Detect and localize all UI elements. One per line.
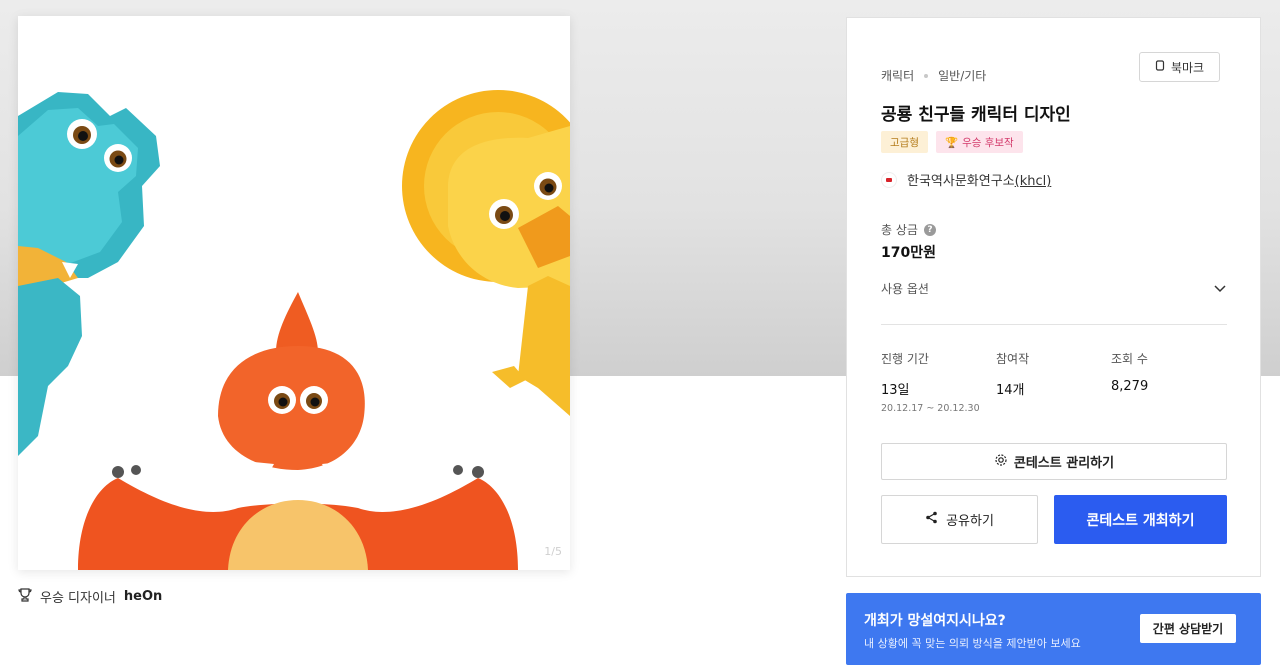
promo-subtext: 내 상황에 꼭 맞는 의뢰 방식을 제안받아 보세요	[864, 637, 1081, 650]
prize-label: 총 상금 ?	[881, 221, 936, 238]
winner-name[interactable]: heOn	[124, 589, 162, 604]
host-info[interactable]: 한국역사문화연구소(khcl)	[881, 170, 1051, 189]
teal-dinosaur	[18, 92, 160, 456]
host-logo	[881, 171, 897, 188]
host-name: 한국역사문화연구소	[907, 174, 1015, 189]
breadcrumb-subcategory[interactable]: 일반/기타	[938, 67, 986, 84]
host-id[interactable]: (khcl)	[1015, 174, 1052, 189]
breadcrumb-category[interactable]: 캐릭터	[881, 67, 914, 84]
promo-headline: 개최가 망설여지시나요?	[864, 613, 1006, 629]
breadcrumb-separator	[924, 73, 929, 78]
winning-artwork[interactable]: 1/5	[18, 16, 570, 570]
stat-period: 진행 기간 13일 20.12.17 ~ 20.12.30	[881, 352, 980, 414]
winner-line: 우승 디자이너 heOn	[18, 587, 162, 606]
dinosaur-illustration	[18, 90, 570, 570]
yellow-dinosaur	[402, 90, 570, 416]
stat-entries: 참여작 14개	[996, 352, 1030, 398]
bookmark-label: 북마크	[1170, 60, 1205, 75]
period-range: 20.12.17 ~ 20.12.30	[881, 403, 980, 414]
bookmark-icon	[1155, 60, 1165, 74]
share-button[interactable]: 공유하기	[881, 495, 1038, 544]
consultation-banner: 개최가 망설여지시나요? 내 상황에 꼭 맞는 의뢰 방식을 제안받아 보세요 …	[846, 593, 1261, 665]
usage-options-toggle[interactable]: 사용 옵션	[881, 280, 1226, 297]
red-dinosaur	[78, 292, 518, 570]
prize-value: 170만원	[881, 245, 936, 261]
contest-info-card: 캐릭터 일반/기타 북마크 공룡 친구들 캐릭터 디자인 고급형 🏆 우승 후보…	[846, 17, 1261, 577]
tier-badge: 고급형	[881, 131, 928, 153]
host-contest-button[interactable]: 콘테스트 개최하기	[1054, 495, 1227, 544]
page-indicator: 1/5	[544, 545, 562, 558]
chevron-down-icon	[1214, 282, 1226, 296]
breadcrumb: 캐릭터 일반/기타	[881, 67, 986, 84]
help-icon[interactable]: ?	[923, 223, 936, 236]
divider	[881, 324, 1227, 325]
trophy-icon	[18, 587, 32, 606]
winner-prefix: 우승 디자이너	[40, 591, 116, 606]
manage-contest-button[interactable]: 콘테스트 관리하기	[881, 443, 1227, 480]
stat-views: 조회 수 8,279	[1111, 352, 1149, 394]
bookmark-button[interactable]: 북마크	[1139, 52, 1220, 82]
gear-icon	[994, 453, 1008, 471]
usage-options-label: 사용 옵션	[881, 282, 929, 296]
consult-button[interactable]: 간편 상담받기	[1140, 614, 1236, 643]
share-icon	[925, 511, 938, 528]
trophy-icon: 🏆	[944, 136, 959, 149]
winner-candidate-badge: 🏆 우승 후보작	[935, 131, 1023, 153]
contest-title: 공룡 친구들 캐릭터 디자인	[881, 105, 1071, 125]
badge-group: 고급형 🏆 우승 후보작	[881, 131, 1023, 153]
